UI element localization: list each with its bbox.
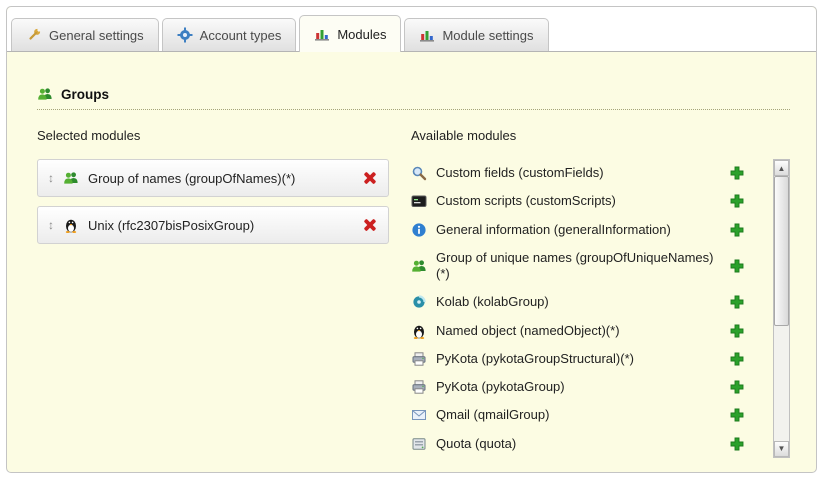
- scrollbar-thumb[interactable]: [774, 176, 789, 326]
- tab-label: General settings: [49, 28, 144, 43]
- add-module-button[interactable]: [730, 194, 744, 208]
- quota-icon: [411, 436, 427, 452]
- green-plus-icon: [730, 380, 744, 394]
- available-module-row: PyKota (pykotaGroup): [411, 373, 773, 401]
- available-module-row: PyKota (pykotaGroupStructural)(*): [411, 345, 773, 373]
- available-module-label: Custom scripts (customScripts): [436, 193, 721, 209]
- available-modules-list: Custom fields (customFields) Custom scri…: [411, 159, 773, 458]
- available-module-label: Kolab (kolabGroup): [436, 294, 721, 310]
- available-module-row: Custom scripts (customScripts): [411, 187, 773, 215]
- green-plus-icon: [730, 324, 744, 338]
- printer-icon: [411, 379, 427, 395]
- section-header-groups: Groups: [37, 86, 790, 110]
- tab-module-settings[interactable]: Module settings: [404, 18, 548, 51]
- green-plus-icon: [730, 166, 744, 180]
- available-module-label: PyKota (pykotaGroupStructural)(*): [436, 351, 721, 367]
- scrollbar-track[interactable]: [774, 176, 789, 441]
- lam-configuration-widget: General settings Account types Modules M…: [6, 6, 817, 473]
- available-modules-heading: Available modules: [411, 128, 790, 143]
- group-icon: [411, 258, 427, 274]
- add-module-button[interactable]: [730, 352, 744, 366]
- modules-panel: Groups Selected modules ↕ Group of names…: [7, 52, 816, 472]
- selected-module-label: Unix (rfc2307bisPosixGroup): [88, 218, 353, 233]
- tab-account-types[interactable]: Account types: [162, 18, 297, 51]
- remove-module-button[interactable]: [362, 217, 378, 233]
- tab-modules[interactable]: Modules: [299, 15, 401, 52]
- up-down-arrow-icon[interactable]: ↕: [48, 219, 54, 231]
- add-module-button[interactable]: [730, 324, 744, 338]
- available-module-row: General information (generalInformation): [411, 216, 773, 244]
- add-module-button[interactable]: [730, 166, 744, 180]
- vertical-scrollbar[interactable]: ▲ ▼: [773, 159, 790, 458]
- green-plus-icon: [730, 223, 744, 237]
- tab-general-settings[interactable]: General settings: [11, 18, 159, 51]
- green-plus-icon: [730, 408, 744, 422]
- add-module-button[interactable]: [730, 437, 744, 451]
- page-title: Groups: [61, 87, 109, 102]
- add-module-button[interactable]: [730, 259, 744, 273]
- red-x-icon: [362, 170, 378, 186]
- mail-icon: [411, 407, 427, 423]
- tab-label: Account types: [200, 28, 282, 43]
- green-plus-icon: [730, 437, 744, 451]
- add-module-button[interactable]: [730, 223, 744, 237]
- wrench-icon: [26, 27, 42, 43]
- available-module-row: Named object (namedObject)(*): [411, 317, 773, 345]
- selected-module-label: Group of names (groupOfNames)(*): [88, 171, 353, 186]
- tab-bar: General settings Account types Modules M…: [7, 7, 816, 52]
- available-module-row: Group of unique names (groupOfUniqueName…: [411, 244, 773, 289]
- available-module-label: Named object (namedObject)(*): [436, 323, 721, 339]
- selected-module-row[interactable]: ↕ Unix (rfc2307bisPosixGroup): [37, 206, 389, 244]
- linux-penguin-icon: [411, 323, 427, 339]
- chart-icon: [419, 27, 435, 43]
- chart-icon: [314, 26, 330, 42]
- add-module-button[interactable]: [730, 408, 744, 422]
- selected-modules-heading: Selected modules: [37, 128, 389, 143]
- available-module-row: Qmail (qmailGroup): [411, 401, 773, 429]
- green-plus-icon: [730, 295, 744, 309]
- remove-module-button[interactable]: [362, 170, 378, 186]
- scroll-down-arrow-icon[interactable]: ▼: [774, 441, 789, 457]
- available-module-label: PyKota (pykotaGroup): [436, 379, 721, 395]
- add-module-button[interactable]: [730, 380, 744, 394]
- available-module-row: Custom fields (customFields): [411, 159, 773, 187]
- green-plus-icon: [730, 352, 744, 366]
- available-module-label: Quota (quota): [436, 436, 721, 452]
- available-module-label: General information (generalInformation): [436, 222, 721, 238]
- scroll-up-arrow-icon[interactable]: ▲: [774, 160, 789, 176]
- up-down-arrow-icon[interactable]: ↕: [48, 172, 54, 184]
- available-module-row: Quota (quota): [411, 430, 773, 458]
- printer-icon: [411, 351, 427, 367]
- green-plus-icon: [730, 259, 744, 273]
- available-module-label: Qmail (qmailGroup): [436, 407, 721, 423]
- add-module-button[interactable]: [730, 295, 744, 309]
- group-icon: [37, 86, 53, 102]
- available-module-row: Kolab (kolabGroup): [411, 288, 773, 316]
- available-module-label: Custom fields (customFields): [436, 165, 721, 181]
- green-plus-icon: [730, 194, 744, 208]
- red-x-icon: [362, 217, 378, 233]
- available-module-label: Group of unique names (groupOfUniqueName…: [436, 250, 721, 283]
- terminal-icon: [411, 193, 427, 209]
- selected-module-row[interactable]: ↕ Group of names (groupOfNames)(*): [37, 159, 389, 197]
- gear-icon: [177, 27, 193, 43]
- tab-label: Module settings: [442, 28, 533, 43]
- tab-label: Modules: [337, 27, 386, 42]
- linux-penguin-icon: [63, 217, 79, 233]
- info-icon: [411, 222, 427, 238]
- group-icon: [63, 170, 79, 186]
- kolab-icon: [411, 294, 427, 310]
- magnifier-icon: [411, 165, 427, 181]
